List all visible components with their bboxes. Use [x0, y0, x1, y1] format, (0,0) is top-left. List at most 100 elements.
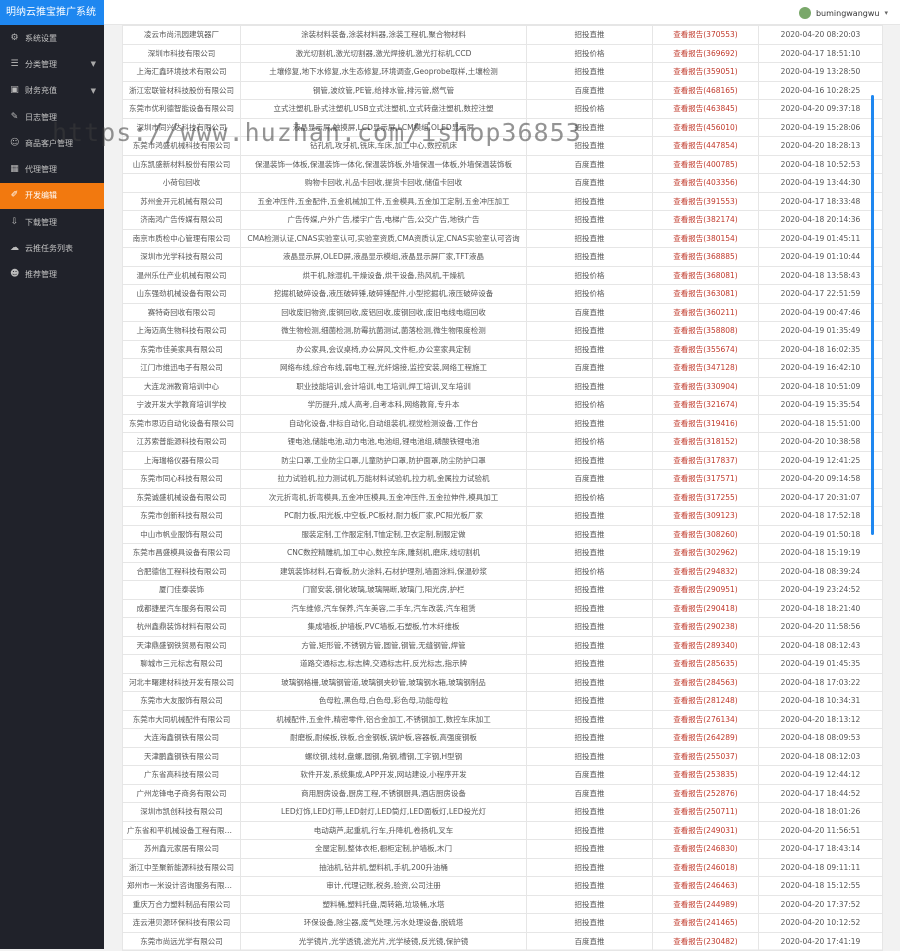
keywords-cell: 软件开发,系统集成,APP开发,网站建设,小程序开发 — [240, 765, 527, 785]
table-row: 东莞市大友服饰有限公司 色母粒,黑色母,白色母,彩色母,功能母粒 招投直推 查看报告(… — [122, 691, 883, 711]
sidebar-item-2[interactable]: ▣ 财务充值 ▼ — [0, 78, 104, 104]
report-link[interactable]: 查看报告(290951) — [652, 580, 759, 600]
report-link[interactable]: 查看报告(317571) — [652, 469, 759, 489]
report-link[interactable]: 查看报告(264289) — [652, 728, 759, 748]
report-link[interactable]: 查看报告(382174) — [652, 210, 759, 230]
list-icon: ☰ — [10, 58, 19, 69]
report-link[interactable]: 查看报告(347128) — [652, 358, 759, 378]
report-link[interactable]: 查看报告(468165) — [652, 80, 759, 100]
channel-cell: 招投直推 — [526, 839, 653, 859]
report-link[interactable]: 查看报告(276134) — [652, 709, 759, 729]
report-link[interactable]: 查看报告(294832) — [652, 561, 759, 581]
company-cell: 浙江宏联管材科技股份有限公司 — [122, 80, 241, 100]
report-link[interactable]: 查看报告(318152) — [652, 432, 759, 452]
report-link[interactable]: 查看报告(447854) — [652, 136, 759, 156]
report-link[interactable]: 查看报告(403356) — [652, 173, 759, 193]
report-link[interactable]: 查看报告(250711) — [652, 802, 759, 822]
keywords-cell: 烘干机,除湿机,干燥设备,烘干设备,热风机,干燥机 — [240, 265, 527, 285]
channel-cell: 招投直推 — [526, 506, 653, 526]
sidebar-item-0[interactable]: ⚙ 系统设置 — [0, 25, 104, 51]
company-cell: 东莞市昌盛模具设备有限公司 — [122, 543, 241, 563]
report-link[interactable]: 查看报告(317837) — [652, 450, 759, 470]
report-link[interactable]: 查看报告(230482) — [652, 931, 759, 951]
company-cell: 重庆万合力塑料制品有限公司 — [122, 894, 241, 914]
report-link[interactable]: 查看报告(368885) — [652, 247, 759, 267]
report-link[interactable]: 查看报告(463845) — [652, 99, 759, 119]
report-link[interactable]: 查看报告(246018) — [652, 857, 759, 877]
channel-cell: 招投直推 — [526, 117, 653, 137]
report-link[interactable]: 查看报告(253835) — [652, 765, 759, 785]
company-cell: 东莞市尚远光学有限公司 — [122, 931, 241, 951]
report-link[interactable]: 查看报告(368081) — [652, 265, 759, 285]
sidebar-item-1[interactable]: ☰ 分类管理 ▼ — [0, 51, 104, 77]
report-link[interactable]: 查看报告(281248) — [652, 691, 759, 711]
report-link[interactable]: 查看报告(358808) — [652, 321, 759, 341]
sidebar-item-7[interactable]: ⇩ 下载管理 — [0, 209, 104, 235]
report-link[interactable]: 查看报告(319416) — [652, 413, 759, 433]
table-row: 天津鼎盛钢铁贸易有限公司 方管,矩形管,不锈钢方管,圆管,钢管,无缝钢管,焊管 招投… — [122, 635, 883, 655]
report-link[interactable]: 查看报告(317255) — [652, 487, 759, 507]
company-cell: 聊城市三元标志有限公司 — [122, 654, 241, 674]
report-link[interactable]: 查看报告(456010) — [652, 117, 759, 137]
report-link[interactable]: 查看报告(359051) — [652, 62, 759, 82]
sidebar-item-label: 系统设置 — [25, 33, 57, 43]
table-row: 苏州鑫元家居有限公司 全屋定制,整体衣柜,橱柜定制,护墙板,木门 招投直推 查看报告(… — [122, 839, 883, 859]
report-link[interactable]: 查看报告(330904) — [652, 376, 759, 396]
user-menu[interactable]: bumingwangwu ▾ — [798, 5, 888, 21]
report-link[interactable]: 查看报告(308260) — [652, 524, 759, 544]
report-link[interactable]: 查看报告(244989) — [652, 894, 759, 914]
report-link[interactable]: 查看报告(355674) — [652, 339, 759, 359]
time-cell: 2020-04-17 18:51:10 — [758, 43, 883, 63]
keywords-cell: 涂装材料装备,涂装材料器,涂装工程机,聚合物材料 — [240, 25, 527, 45]
report-link[interactable]: 查看报告(370553) — [652, 25, 759, 45]
report-link[interactable]: 查看报告(321674) — [652, 395, 759, 415]
channel-cell: 招投直推 — [526, 617, 653, 637]
sidebar-item-6[interactable]: ✐ 开发编辑 — [0, 182, 104, 210]
time-cell: 2020-04-18 16:02:35 — [758, 339, 883, 359]
sidebar-item-5[interactable]: ▦ 代理管理 — [0, 156, 104, 182]
company-cell: 广东省高科技有限公司 — [122, 765, 241, 785]
time-cell: 2020-04-18 10:51:09 — [758, 376, 883, 396]
sidebar-item-8[interactable]: ☁ 云推任务列表 — [0, 235, 104, 261]
report-link[interactable]: 查看报告(252876) — [652, 783, 759, 803]
sidebar-item-4[interactable]: ☺ 商品客户管理 — [0, 130, 104, 156]
report-link[interactable]: 查看报告(391553) — [652, 191, 759, 211]
time-cell: 2020-04-18 17:52:18 — [758, 506, 883, 526]
time-cell: 2020-04-20 11:58:56 — [758, 617, 883, 637]
company-cell: 宁波开发大学教育培训学校 — [122, 395, 241, 415]
sidebar-item-9[interactable]: ☻ 推荐管理 — [0, 262, 104, 288]
table-row: 上海迈高生物科技有限公司 微生物检测,细菌检测,防霉抗菌测试,菌落检测,微生物限度… — [122, 321, 883, 341]
sidebar-item-3[interactable]: ✎ 日志管理 — [0, 104, 104, 130]
report-link[interactable]: 查看报告(363081) — [652, 284, 759, 304]
report-link[interactable]: 查看报告(290238) — [652, 617, 759, 637]
report-link[interactable]: 查看报告(246463) — [652, 876, 759, 896]
table-row: 广东省高科技有限公司 软件开发,系统集成,APP开发,网站建设,小程序开发 百度直推… — [122, 765, 883, 785]
keywords-cell: 服装定制,工作服定制,T恤定制,卫衣定制,制服定做 — [240, 524, 527, 544]
keywords-cell: 五金冲压件,五金配件,五金机械加工件,五金模具,五金加工定制,五金冲压加工 — [240, 191, 527, 211]
keywords-cell: 保温装饰一体板,保温装饰一体化,保温装饰板,外墙保温一体板,外墙保温装饰板 — [240, 154, 527, 174]
report-link[interactable]: 查看报告(400785) — [652, 154, 759, 174]
report-link[interactable]: 查看报告(289340) — [652, 635, 759, 655]
avatar — [798, 7, 811, 19]
report-link[interactable]: 查看报告(255037) — [652, 746, 759, 766]
keywords-cell: 电动葫芦,起重机,行车,升降机,卷扬机,叉车 — [240, 820, 527, 840]
report-link[interactable]: 查看报告(380154) — [652, 228, 759, 248]
report-link[interactable]: 查看报告(302962) — [652, 543, 759, 563]
keywords-cell: 光学镜片,光学透镜,滤光片,光学棱镜,反光镜,保护镜 — [240, 931, 527, 951]
report-link[interactable]: 查看报告(284563) — [652, 672, 759, 692]
report-link[interactable]: 查看报告(290418) — [652, 598, 759, 618]
time-cell: 2020-04-19 13:44:30 — [758, 173, 883, 193]
scrollbar[interactable] — [871, 95, 874, 535]
report-link[interactable]: 查看报告(285635) — [652, 654, 759, 674]
report-link[interactable]: 查看报告(360211) — [652, 302, 759, 322]
report-link[interactable]: 查看报告(241465) — [652, 913, 759, 933]
time-cell: 2020-04-20 09:14:58 — [758, 469, 883, 489]
company-cell: 东莞市创新科技有限公司 — [122, 506, 241, 526]
company-cell: 河北丰曙建材科技开发有限公司 — [122, 672, 241, 692]
report-link[interactable]: 查看报告(369692) — [652, 43, 759, 63]
company-cell: 江苏索普能源科技有限公司 — [122, 432, 241, 452]
report-link[interactable]: 查看报告(246830) — [652, 839, 759, 859]
report-link[interactable]: 查看报告(309123) — [652, 506, 759, 526]
report-link[interactable]: 查看报告(249031) — [652, 820, 759, 840]
time-cell: 2020-04-19 12:41:25 — [758, 450, 883, 470]
